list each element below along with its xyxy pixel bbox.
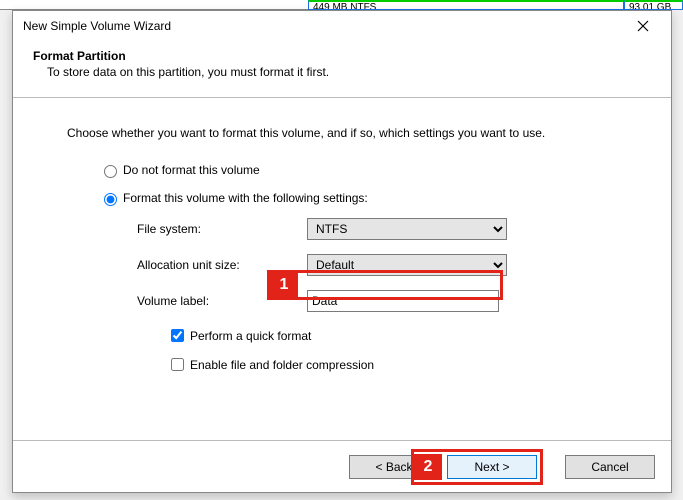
wizard-dialog: New Simple Volume Wizard Format Partitio…: [12, 10, 672, 493]
volume-label-row: Volume label:: [137, 290, 639, 312]
volume-label-label: Volume label:: [137, 294, 307, 308]
close-icon: [637, 20, 649, 32]
heading-subtext: To store data on this partition, you mus…: [47, 65, 653, 79]
file-system-select[interactable]: NTFS: [307, 218, 507, 240]
quick-format-checkbox-row[interactable]: Perform a quick format: [167, 326, 639, 345]
cancel-button[interactable]: Cancel: [565, 455, 655, 479]
file-system-row: File system: NTFS: [137, 218, 639, 240]
prompt-text: Choose whether you want to format this v…: [67, 126, 639, 140]
titlebar: New Simple Volume Wizard: [13, 11, 671, 41]
radio-no-format-label: Do not format this volume: [123, 163, 260, 177]
volume-label-input[interactable]: [307, 290, 499, 312]
window-title: New Simple Volume Wizard: [23, 19, 623, 33]
quick-format-label: Perform a quick format: [190, 329, 311, 343]
radio-no-format-input[interactable]: [104, 165, 117, 178]
radio-no-format[interactable]: Do not format this volume: [99, 162, 639, 178]
radio-format-label: Format this volume with the following se…: [123, 191, 368, 205]
alloc-size-label: Allocation unit size:: [137, 258, 307, 272]
alloc-size-row: Allocation unit size: Default: [137, 254, 639, 276]
quick-format-checkbox[interactable]: [171, 329, 184, 342]
background-partition-seg-1: 449 MB NTFS: [308, 0, 624, 10]
close-button[interactable]: [623, 12, 663, 40]
footer: < Back Next > Cancel 2: [13, 440, 671, 492]
file-system-label: File system:: [137, 222, 307, 236]
radio-format[interactable]: Format this volume with the following se…: [99, 190, 639, 206]
radio-format-input[interactable]: [104, 193, 117, 206]
format-settings-block: File system: NTFS Allocation unit size: …: [137, 218, 639, 312]
next-button[interactable]: Next >: [447, 455, 537, 479]
background-partition-seg-2: 93.01 GB NT: [624, 0, 683, 10]
header-section: Format Partition To store data on this p…: [13, 41, 671, 98]
content-area: Choose whether you want to format this v…: [13, 98, 671, 440]
back-button[interactable]: < Back: [349, 455, 439, 479]
compression-checkbox[interactable]: [171, 358, 184, 371]
heading: Format Partition: [33, 49, 653, 63]
compression-checkbox-row[interactable]: Enable file and folder compression: [167, 355, 639, 374]
alloc-size-select[interactable]: Default: [307, 254, 507, 276]
compression-label: Enable file and folder compression: [190, 358, 374, 372]
